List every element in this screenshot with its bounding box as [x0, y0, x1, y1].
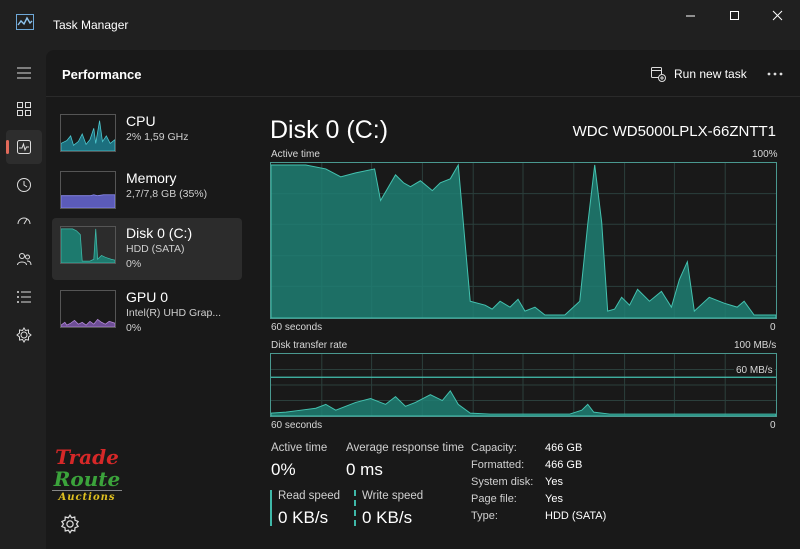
cpu-thumbnail-graph	[60, 114, 116, 152]
resource-card-gpu0[interactable]: GPU 0 Intel(R) UHD Grap... 0%	[52, 282, 242, 344]
card-usage: 0%	[126, 322, 142, 334]
card-title: GPU 0	[126, 289, 169, 305]
nav-details[interactable]	[6, 280, 42, 314]
minimize-icon	[685, 15, 695, 16]
minimize-button[interactable]	[675, 4, 705, 26]
read-speed-value: 0 KB/s	[278, 508, 329, 527]
maximize-icon	[729, 10, 739, 20]
card-usage: 0%	[126, 258, 142, 270]
transfer-rate-line-label: 60 MB/s	[734, 365, 775, 376]
write-speed-value: 0 KB/s	[362, 508, 413, 527]
active-time-axis-left: 60 seconds	[271, 322, 323, 333]
card-title: Disk 0 (C:)	[126, 225, 193, 241]
close-button[interactable]	[762, 4, 792, 26]
navigation-rail	[0, 50, 46, 549]
run-new-task-icon	[651, 67, 666, 82]
run-new-task-button[interactable]: Run new task	[646, 62, 751, 86]
nav-services[interactable]	[6, 318, 42, 352]
close-icon	[772, 10, 782, 20]
users-icon	[17, 253, 32, 266]
resource-card-cpu[interactable]: CPU 2% 1,59 GHz	[52, 106, 242, 168]
hamburger-menu-button[interactable]	[6, 56, 42, 90]
disk-thumbnail-graph	[60, 226, 116, 264]
property-value: Yes	[545, 476, 563, 488]
active-time-stat-value: 0%	[271, 460, 296, 479]
write-speed-label: Write speed	[362, 490, 424, 502]
read-speed-label: Read speed	[278, 490, 341, 502]
property-value: 466 GB	[545, 459, 583, 471]
property-value: HDD (SATA)	[545, 510, 607, 522]
processes-icon	[17, 102, 31, 116]
property-key: Capacity:	[471, 442, 517, 454]
maximize-button[interactable]	[719, 4, 749, 26]
nav-startup-apps[interactable]	[6, 204, 42, 238]
trade-route-auctions-logo: Trade Route Auctions	[52, 445, 122, 503]
menu-icon	[17, 67, 31, 79]
active-indicator	[6, 140, 9, 154]
card-title: Memory	[126, 170, 177, 186]
property-value: Yes	[545, 493, 563, 505]
task-manager-app-icon	[16, 14, 34, 30]
active-time-axis-right: 0	[770, 322, 776, 333]
property-key: Type:	[471, 510, 498, 522]
transfer-rate-axis-right: 0	[770, 420, 776, 431]
nav-performance[interactable]	[6, 130, 42, 164]
device-model: WDC WD5000LPLX-66ZNTT1	[572, 123, 776, 140]
more-options-button[interactable]	[762, 62, 788, 86]
transfer-rate-graph-label: Disk transfer rate	[271, 340, 348, 351]
page-title: Performance	[62, 67, 142, 82]
main-panel: Performance Run new task CPU 2% 1,59 GHz…	[46, 50, 800, 549]
card-subtitle: 2% 1,59 GHz	[126, 131, 189, 143]
card-subtitle: Intel(R) UHD Grap...	[126, 307, 222, 319]
property-key: Page file:	[471, 493, 517, 505]
property-key: Formatted:	[471, 459, 525, 471]
avg-response-stat-value: 0 ms	[346, 460, 383, 479]
window-title: Task Manager	[53, 18, 129, 32]
settings-button[interactable]	[60, 514, 80, 534]
transfer-rate-max-label: 100 MB/s	[734, 340, 777, 351]
gpu-thumbnail-graph	[60, 290, 116, 328]
avg-response-stat-label: Average response time	[346, 442, 465, 454]
startup-apps-icon	[17, 217, 31, 225]
active-time-graph-label: Active time	[271, 149, 320, 160]
title-bar: Task Manager	[0, 0, 800, 50]
memory-thumbnail-graph	[60, 171, 116, 209]
run-new-task-label: Run new task	[674, 67, 747, 81]
write-speed-indicator	[354, 490, 356, 526]
active-time-graph	[270, 162, 777, 319]
card-title: CPU	[126, 113, 156, 129]
nav-app-history[interactable]	[6, 168, 42, 202]
card-subtitle: HDD (SATA)	[126, 243, 185, 255]
page-header: Performance Run new task	[46, 50, 800, 97]
app-history-icon	[17, 178, 31, 192]
nav-processes[interactable]	[6, 92, 42, 126]
resource-card-disk0[interactable]: Disk 0 (C:) HDD (SATA) 0%	[52, 218, 242, 280]
settings-icon	[60, 514, 80, 534]
property-value: 466 GB	[545, 442, 583, 454]
card-subtitle: 2,7/7,8 GB (35%)	[126, 188, 208, 200]
more-options-icon	[767, 72, 783, 76]
transfer-rate-axis-left: 60 seconds	[271, 420, 323, 431]
nav-users[interactable]	[6, 242, 42, 276]
read-speed-indicator	[270, 490, 272, 526]
resource-card-memory[interactable]: Memory 2,7/7,8 GB (35%)	[52, 163, 242, 225]
performance-icon	[17, 140, 31, 154]
property-key: System disk:	[471, 476, 534, 488]
active-time-max-label: 100%	[752, 149, 778, 160]
services-icon	[16, 327, 32, 343]
transfer-rate-graph	[270, 353, 777, 417]
details-icon	[17, 291, 31, 303]
active-time-stat-label: Active time	[271, 442, 328, 454]
detail-title: Disk 0 (C:)	[270, 116, 389, 144]
